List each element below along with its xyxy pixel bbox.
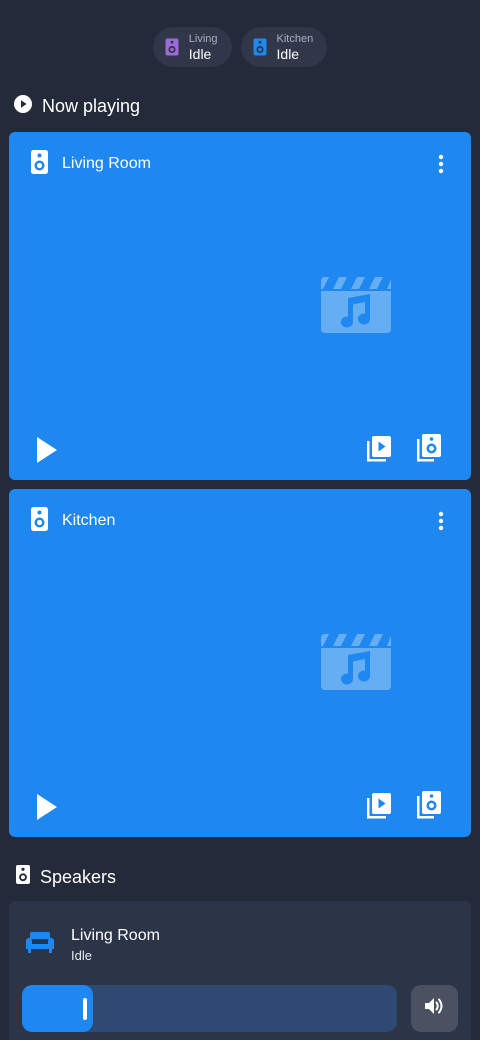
- more-menu-icon[interactable]: [429, 152, 453, 176]
- chip-state: Idle: [276, 45, 300, 62]
- play-circle-icon: [14, 95, 32, 118]
- movie-music-icon: [321, 634, 391, 690]
- more-menu-icon[interactable]: [429, 509, 453, 533]
- volume-icon: [424, 997, 445, 1020]
- chip-name: Living: [188, 32, 218, 45]
- speakers-header: Speakers: [14, 865, 116, 889]
- speaker-icon: [31, 506, 48, 536]
- speaker-group-icon[interactable]: [417, 434, 441, 462]
- speaker-group-icon[interactable]: [417, 791, 441, 819]
- browse-media-icon[interactable]: [367, 436, 391, 462]
- chip-state: Idle: [188, 45, 212, 62]
- chip-kitchen[interactable]: Kitchen Idle: [240, 27, 328, 67]
- speaker-icon: [165, 38, 179, 56]
- speaker-name: Living Room: [71, 927, 160, 944]
- section-title: Now playing: [42, 96, 141, 116]
- player-name: Living Room: [62, 155, 151, 172]
- volume-button[interactable]: [411, 985, 458, 1032]
- player-card-living-room[interactable]: Living Room: [9, 132, 471, 480]
- play-button[interactable]: [35, 793, 59, 821]
- volume-handle[interactable]: [83, 998, 87, 1020]
- speaker-state: Idle: [71, 948, 92, 963]
- movie-music-icon: [321, 277, 391, 333]
- play-button[interactable]: [35, 436, 59, 464]
- speaker-card-living-room: Living Room Idle: [9, 901, 471, 1040]
- speaker-icon: [31, 149, 48, 179]
- volume-slider[interactable]: [22, 985, 397, 1032]
- chip-name: Kitchen: [276, 32, 314, 45]
- now-playing-header: Now playing: [14, 95, 140, 118]
- browse-media-icon[interactable]: [367, 793, 391, 819]
- section-title: Speakers: [40, 866, 117, 887]
- player-card-kitchen[interactable]: Kitchen: [9, 489, 471, 837]
- speaker-chips: Living Idle Kitchen Idle: [0, 27, 480, 67]
- sofa-icon: [26, 932, 54, 954]
- speaker-icon: [253, 38, 267, 56]
- speaker-icon: [14, 865, 30, 889]
- player-name: Kitchen: [62, 512, 116, 529]
- page: Living Idle Kitchen Idle Now playing Liv…: [0, 0, 480, 1040]
- chip-living[interactable]: Living Idle: [152, 27, 232, 67]
